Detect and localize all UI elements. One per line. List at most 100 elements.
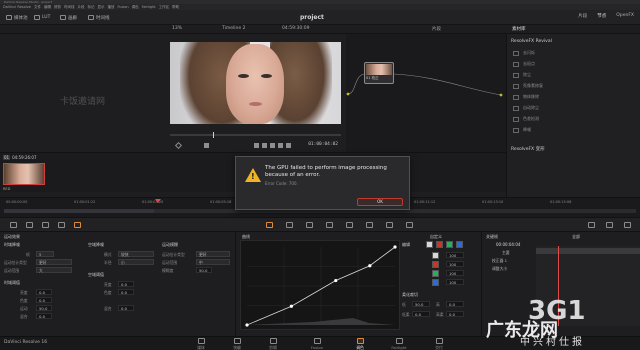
spatial-radius-dropdown[interactable]: 小 xyxy=(118,259,154,265)
library-tab[interactable]: 素材库 xyxy=(512,26,526,32)
nodes-button[interactable]: 节点 xyxy=(597,13,606,22)
menu-item[interactable]: Fairlight xyxy=(142,5,156,9)
spatial-luma-field[interactable]: 0.0 xyxy=(118,281,134,287)
pen-icon[interactable] xyxy=(174,141,183,150)
clip-dropdown[interactable]: 片段 xyxy=(432,26,441,32)
menu-item[interactable]: 播放 xyxy=(107,5,114,10)
fx-item[interactable]: 自动除尘 xyxy=(513,103,539,113)
blue-intensity-field[interactable]: 100 xyxy=(446,279,464,285)
page-fairlight[interactable]: Fairlight xyxy=(384,338,414,350)
blur-amount-field[interactable]: 50.0 xyxy=(196,267,212,273)
scopes-icon[interactable] xyxy=(606,222,613,228)
luma-channel-toggle[interactable] xyxy=(426,241,433,248)
blur-icon[interactable] xyxy=(346,222,353,228)
menu-item[interactable]: 片段 xyxy=(77,5,84,10)
timeline-button[interactable]: 时间线 xyxy=(84,13,114,22)
page-media[interactable]: 媒体 xyxy=(186,338,216,350)
tracker-icon[interactable] xyxy=(326,222,333,228)
motion-field[interactable]: 50.0 xyxy=(36,305,52,311)
curve-control-point[interactable] xyxy=(334,278,338,283)
page-color[interactable]: 调色 xyxy=(345,338,375,350)
timeline-dropdown[interactable]: Timeline 2 xyxy=(222,26,245,31)
menu-item[interactable]: 帮助 xyxy=(172,5,179,10)
openfx-button[interactable]: OpenFX xyxy=(616,13,634,22)
low-soft-field[interactable]: 0.0 xyxy=(412,311,430,317)
curve-control-point[interactable] xyxy=(289,304,293,308)
curve-control-point[interactable] xyxy=(368,264,372,268)
curve-control-point[interactable] xyxy=(245,323,249,327)
skip-forward-icon[interactable] xyxy=(286,143,291,148)
luma-intensity-field[interactable]: 100 xyxy=(446,252,464,258)
keyframes-icon[interactable] xyxy=(588,222,595,228)
node-editor[interactable] xyxy=(346,34,506,152)
key-icon[interactable] xyxy=(366,222,373,228)
motion-effects-icon[interactable] xyxy=(74,222,81,228)
menu-item[interactable]: 时间线 xyxy=(64,5,75,10)
clip-thumbnail[interactable] xyxy=(3,163,45,185)
blur-type-dropdown[interactable]: 更好 xyxy=(196,251,230,257)
spatial-blend-field[interactable]: 0.0 xyxy=(118,305,134,311)
color-match-icon[interactable] xyxy=(26,222,33,228)
menu-item[interactable]: 编辑 xyxy=(44,5,51,10)
fx-item[interactable]: 物体移除 xyxy=(513,92,539,102)
page-edit[interactable]: 剪辑 xyxy=(258,338,288,350)
clips-button[interactable]: 片段 xyxy=(578,13,587,22)
temporal-chroma-field[interactable]: 0.0 xyxy=(36,297,52,303)
spatial-mode-dropdown[interactable]: 较快 xyxy=(118,251,154,257)
page-fusion[interactable]: Fusion xyxy=(302,338,332,350)
curves-svg[interactable] xyxy=(241,241,401,331)
blend-field[interactable]: 0.0 xyxy=(36,313,52,319)
menu-item[interactable]: DaVinci Resolve xyxy=(3,5,31,9)
play-icon[interactable] xyxy=(278,143,283,148)
high-field[interactable]: 0.0 xyxy=(446,301,464,307)
window-icon[interactable] xyxy=(306,222,313,228)
menu-item[interactable]: 文件 xyxy=(34,5,41,10)
menu-item[interactable]: 显示 xyxy=(97,5,104,10)
temporal-luma-field[interactable]: 0.0 xyxy=(36,289,52,295)
reverse-icon[interactable] xyxy=(262,143,267,148)
red-channel-toggle[interactable] xyxy=(436,241,443,248)
viewer-playhead[interactable] xyxy=(213,132,214,138)
menu-item[interactable]: 标记 xyxy=(87,5,94,10)
frames-dropdown[interactable]: 5 xyxy=(36,251,54,257)
green-channel-toggle[interactable] xyxy=(446,241,453,248)
curves-icon[interactable] xyxy=(266,222,273,228)
page-cut[interactable]: 快编 xyxy=(222,338,252,350)
lut-button[interactable]: LUT xyxy=(30,13,54,22)
audio-icon[interactable] xyxy=(204,143,209,148)
fx-item[interactable]: 去闪烁 xyxy=(513,48,535,58)
info-icon[interactable] xyxy=(624,222,631,228)
curves-graph[interactable] xyxy=(240,240,400,330)
menu-item[interactable]: 工作区 xyxy=(159,5,170,10)
skip-back-icon[interactable] xyxy=(254,143,259,148)
fx-item[interactable]: 去斑点 xyxy=(513,59,535,69)
blue-channel-toggle[interactable] xyxy=(456,241,463,248)
fx-item[interactable]: 死像素修复 xyxy=(513,81,543,91)
menu-item[interactable]: 修剪 xyxy=(54,5,61,10)
rgb-mixer-icon[interactable] xyxy=(58,222,65,228)
stop-icon[interactable] xyxy=(270,143,275,148)
media-pool-button[interactable]: 媒体池 xyxy=(2,13,32,22)
blur-range-dropdown[interactable]: 中 xyxy=(196,259,230,265)
green-intensity-field[interactable]: 100 xyxy=(446,270,464,276)
ok-button[interactable]: OK xyxy=(357,198,403,206)
high-soft-field[interactable]: 0.0 xyxy=(446,311,464,317)
red-intensity-field[interactable]: 100 xyxy=(446,261,464,267)
curve-control-point[interactable] xyxy=(393,245,397,249)
motion-estimation-dropdown[interactable]: 更好 xyxy=(36,259,72,265)
sizing-icon[interactable] xyxy=(386,222,393,228)
low-field[interactable]: 50.0 xyxy=(412,301,430,307)
qualifier-icon[interactable] xyxy=(286,222,293,228)
spatial-chroma-field[interactable]: 0.0 xyxy=(118,289,134,295)
viewer-scrub-bar[interactable] xyxy=(170,134,341,136)
keyframes-filter-dropdown[interactable]: 全部 xyxy=(572,234,580,240)
menu-item[interactable]: Fusion xyxy=(117,5,128,9)
color-wheels-icon[interactable] xyxy=(42,222,49,228)
timeline-playhead[interactable] xyxy=(155,199,161,203)
camera-raw-icon[interactable] xyxy=(10,222,17,228)
menu-item[interactable]: 调色 xyxy=(132,5,139,10)
3d-icon[interactable] xyxy=(406,222,413,228)
curves-mode-dropdown[interactable]: 自定义 xyxy=(430,234,442,240)
fx-item[interactable]: 降噪 xyxy=(513,125,531,135)
fx-item[interactable]: 色差检测 xyxy=(513,114,539,124)
